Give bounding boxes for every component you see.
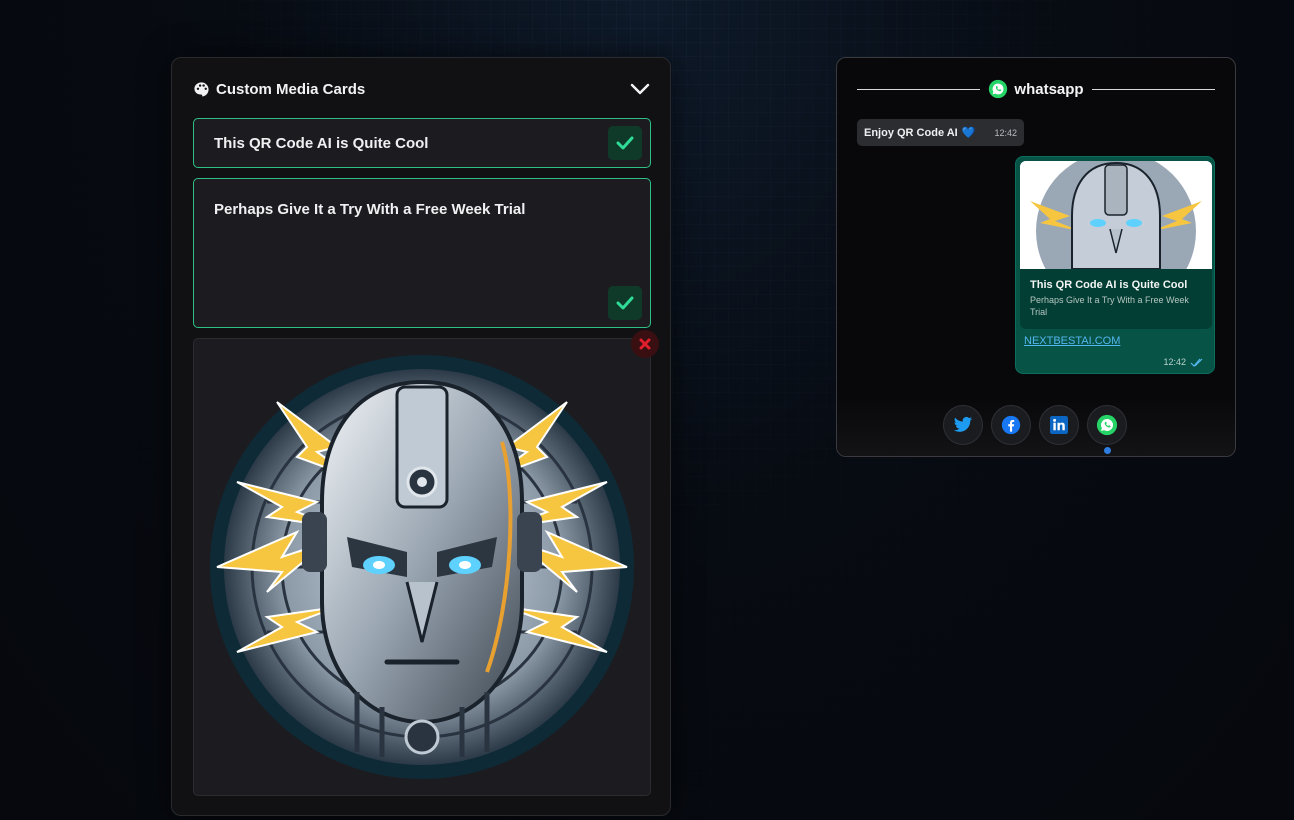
share-buttons [943,405,1127,445]
confirm-title-button[interactable] [608,126,642,160]
robot-head-thumbnail [1020,161,1212,269]
incoming-time: 12:42 [994,127,1017,138]
active-share-indicator [1104,447,1111,454]
panel-header: Custom Media Cards [193,78,650,100]
twitter-share-button[interactable] [943,405,983,445]
outgoing-time: 12:42 [1163,357,1186,367]
link-preview-card[interactable]: This QR Code AI is Quite Cool Perhaps Gi… [1020,161,1212,329]
robot-head-image [210,355,634,779]
check-icon [616,136,634,150]
heart-emoji: 💙 [961,127,976,139]
whatsapp-share-button[interactable] [1087,405,1127,445]
chevron-down-icon[interactable] [630,82,650,96]
custom-media-cards-panel: Custom Media Cards This QR Code AI is Qu… [171,57,671,816]
whatsapp-preview-panel: whatsapp Enjoy QR Code AI 💙 12:42 This Q… [836,57,1236,457]
confirm-description-button[interactable] [608,286,642,320]
card-description-field[interactable]: Perhaps Give It a Try With a Free Week T… [193,178,651,328]
divider [857,88,981,90]
card-image[interactable] [193,338,651,796]
check-icon [616,296,634,310]
remove-image-button[interactable] [631,330,659,358]
panel-title: Custom Media Cards [216,80,366,98]
incoming-message-text: Enjoy QR Code AI [864,126,958,139]
card-title-value: This QR Code AI is Quite Cool [214,135,429,152]
card-title-field[interactable]: This QR Code AI is Quite Cool [193,118,651,168]
double-check-icon [1190,358,1203,367]
outgoing-meta: 12:42 [1163,357,1204,367]
whatsapp-icon [1096,414,1118,436]
link-preview-description: Perhaps Give It a Try With a Free Week T… [1030,295,1189,317]
linkedin-icon [1050,416,1068,434]
link-preview-title: This QR Code AI is Quite Cool [1030,279,1188,291]
preview-header: whatsapp [857,78,1215,100]
facebook-icon [1001,415,1021,435]
whatsapp-icon [989,79,1008,99]
outgoing-message: This QR Code AI is Quite Cool Perhaps Gi… [1015,156,1215,374]
twitter-icon [953,416,973,432]
divider [1091,88,1215,90]
palette-icon [194,81,209,97]
card-description-value: Perhaps Give It a Try With a Free Week T… [214,201,526,218]
platform-title: whatsapp [1014,80,1084,98]
facebook-share-button[interactable] [991,405,1031,445]
close-icon [639,338,651,350]
incoming-message: Enjoy QR Code AI 💙 12:42 [857,119,1024,146]
linkedin-share-button[interactable] [1039,405,1079,445]
link-preview-image [1020,161,1212,269]
link-url[interactable]: NEXTBESTAI.COM [1024,335,1120,347]
